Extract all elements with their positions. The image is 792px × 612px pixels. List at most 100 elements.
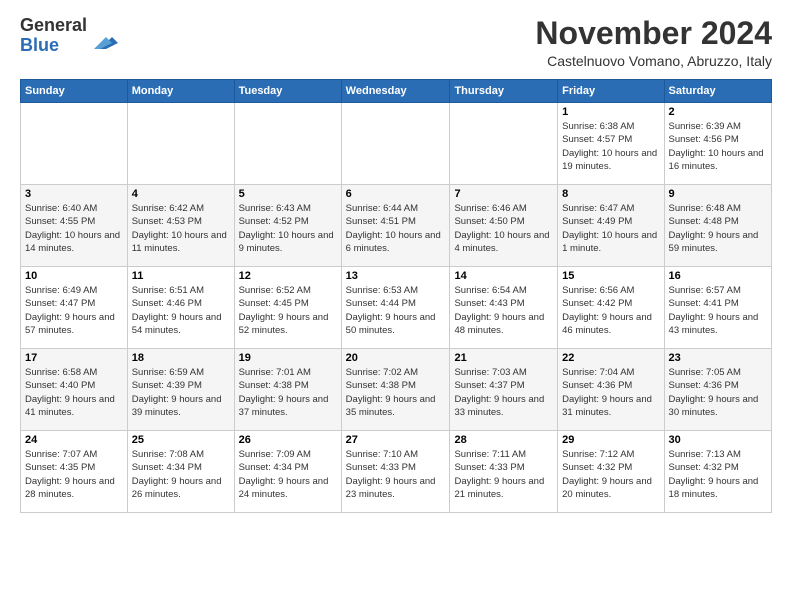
table-row: 18 Sunrise: 6:59 AM Sunset: 4:39 PM Dayli… — [127, 349, 234, 431]
col-sunday: Sunday — [21, 80, 128, 103]
col-thursday: Thursday — [450, 80, 558, 103]
day-number: 10 — [25, 270, 123, 282]
day-number: 9 — [669, 188, 767, 200]
day-info: Sunrise: 6:58 AM Sunset: 4:40 PM Dayligh… — [25, 366, 123, 419]
day-number: 28 — [454, 434, 553, 446]
header: General Blue November 2024 Castelnuovo V… — [20, 16, 772, 69]
day-number: 6 — [346, 188, 446, 200]
logo-blue-text: Blue — [20, 36, 87, 56]
calendar-header-row: Sunday Monday Tuesday Wednesday Thursday… — [21, 80, 772, 103]
table-row: 30 Sunrise: 7:13 AM Sunset: 4:32 PM Dayli… — [664, 431, 771, 513]
logo: General Blue — [20, 16, 120, 56]
day-number: 30 — [669, 434, 767, 446]
day-number: 15 — [562, 270, 659, 282]
day-number: 24 — [25, 434, 123, 446]
table-row: 22Sunrise: 7:04 AM Sunset: 4:36 PM Dayli… — [558, 349, 664, 431]
table-row: 29 Sunrise: 7:12 AM Sunset: 4:32 PM Dayli… — [558, 431, 664, 513]
table-row: 9 Sunrise: 6:48 AM Sunset: 4:48 PM Daylig… — [664, 185, 771, 267]
day-info: Sunrise: 6:48 AM Sunset: 4:48 PM Dayligh… — [669, 202, 767, 255]
table-row: 13 Sunrise: 6:53 AM Sunset: 4:44 PM Dayli… — [341, 267, 450, 349]
day-info: Sunrise: 7:07 AM Sunset: 4:35 PM Dayligh… — [25, 448, 123, 501]
day-info: Sunrise: 6:53 AM Sunset: 4:44 PM Dayligh… — [346, 284, 446, 337]
table-row: 17 Sunrise: 6:58 AM Sunset: 4:40 PM Dayli… — [21, 349, 128, 431]
day-number: 7 — [454, 188, 553, 200]
day-info: Sunrise: 7:09 AM Sunset: 4:34 PM Dayligh… — [239, 448, 337, 501]
day-number: 12 — [239, 270, 337, 282]
day-info: Sunrise: 6:52 AM Sunset: 4:45 PM Dayligh… — [239, 284, 337, 337]
table-row — [234, 103, 341, 185]
month-title: November 2024 — [535, 16, 772, 51]
logo-general-text: General — [20, 16, 87, 36]
day-number: 19 — [239, 352, 337, 364]
day-number: 23 — [669, 352, 767, 364]
table-row: 12 Sunrise: 6:52 AM Sunset: 4:45 PM Dayli… — [234, 267, 341, 349]
day-info: Sunrise: 7:10 AM Sunset: 4:33 PM Dayligh… — [346, 448, 446, 501]
day-info: Sunrise: 6:43 AM Sunset: 4:52 PM Dayligh… — [239, 202, 337, 255]
day-number: 8 — [562, 188, 659, 200]
day-number: 1 — [562, 106, 659, 118]
day-info: Sunrise: 6:51 AM Sunset: 4:46 PM Dayligh… — [132, 284, 230, 337]
day-info: Sunrise: 7:03 AM Sunset: 4:37 PM Dayligh… — [454, 366, 553, 419]
title-block: November 2024 Castelnuovo Vomano, Abruzz… — [535, 16, 772, 69]
day-info: Sunrise: 6:39 AM Sunset: 4:56 PM Dayligh… — [669, 120, 767, 173]
day-number: 11 — [132, 270, 230, 282]
day-number: 17 — [25, 352, 123, 364]
table-row: 8Sunrise: 6:47 AM Sunset: 4:49 PM Daylig… — [558, 185, 664, 267]
day-info: Sunrise: 7:04 AM Sunset: 4:36 PM Dayligh… — [562, 366, 659, 419]
table-row: 2 Sunrise: 6:39 AM Sunset: 4:56 PM Daylig… — [664, 103, 771, 185]
logo-icon — [90, 21, 120, 51]
col-wednesday: Wednesday — [341, 80, 450, 103]
day-number: 18 — [132, 352, 230, 364]
day-number: 2 — [669, 106, 767, 118]
day-info: Sunrise: 6:54 AM Sunset: 4:43 PM Dayligh… — [454, 284, 553, 337]
table-row: 7 Sunrise: 6:46 AM Sunset: 4:50 PM Daylig… — [450, 185, 558, 267]
day-info: Sunrise: 6:40 AM Sunset: 4:55 PM Dayligh… — [25, 202, 123, 255]
page: General Blue November 2024 Castelnuovo V… — [0, 0, 792, 612]
day-number: 16 — [669, 270, 767, 282]
day-info: Sunrise: 6:49 AM Sunset: 4:47 PM Dayligh… — [25, 284, 123, 337]
day-info: Sunrise: 7:11 AM Sunset: 4:33 PM Dayligh… — [454, 448, 553, 501]
table-row: 21Sunrise: 7:03 AM Sunset: 4:37 PM Dayli… — [450, 349, 558, 431]
day-info: Sunrise: 7:02 AM Sunset: 4:38 PM Dayligh… — [346, 366, 446, 419]
col-monday: Monday — [127, 80, 234, 103]
day-number: 3 — [25, 188, 123, 200]
day-info: Sunrise: 7:01 AM Sunset: 4:38 PM Dayligh… — [239, 366, 337, 419]
table-row — [450, 103, 558, 185]
table-row: 16 Sunrise: 6:57 AM Sunset: 4:41 PM Dayli… — [664, 267, 771, 349]
day-number: 14 — [454, 270, 553, 282]
day-number: 13 — [346, 270, 446, 282]
table-row: 5Sunrise: 6:43 AM Sunset: 4:52 PM Daylig… — [234, 185, 341, 267]
table-row: 26Sunrise: 7:09 AM Sunset: 4:34 PM Dayli… — [234, 431, 341, 513]
day-info: Sunrise: 6:59 AM Sunset: 4:39 PM Dayligh… — [132, 366, 230, 419]
table-row: 1 Sunrise: 6:38 AM Sunset: 4:57 PM Daylig… — [558, 103, 664, 185]
table-row: 4Sunrise: 6:42 AM Sunset: 4:53 PM Daylig… — [127, 185, 234, 267]
day-number: 25 — [132, 434, 230, 446]
table-row — [127, 103, 234, 185]
table-row: 6 Sunrise: 6:44 AM Sunset: 4:51 PM Daylig… — [341, 185, 450, 267]
day-number: 29 — [562, 434, 659, 446]
table-row: 23 Sunrise: 7:05 AM Sunset: 4:36 PM Dayli… — [664, 349, 771, 431]
table-row: 14 Sunrise: 6:54 AM Sunset: 4:43 PM Dayli… — [450, 267, 558, 349]
table-row: 27 Sunrise: 7:10 AM Sunset: 4:33 PM Dayli… — [341, 431, 450, 513]
day-info: Sunrise: 6:57 AM Sunset: 4:41 PM Dayligh… — [669, 284, 767, 337]
day-info: Sunrise: 7:05 AM Sunset: 4:36 PM Dayligh… — [669, 366, 767, 419]
table-row — [21, 103, 128, 185]
table-row: 20Sunrise: 7:02 AM Sunset: 4:38 PM Dayli… — [341, 349, 450, 431]
day-info: Sunrise: 7:12 AM Sunset: 4:32 PM Dayligh… — [562, 448, 659, 501]
day-info: Sunrise: 6:38 AM Sunset: 4:57 PM Dayligh… — [562, 120, 659, 173]
day-info: Sunrise: 7:13 AM Sunset: 4:32 PM Dayligh… — [669, 448, 767, 501]
day-info: Sunrise: 7:08 AM Sunset: 4:34 PM Dayligh… — [132, 448, 230, 501]
day-info: Sunrise: 6:42 AM Sunset: 4:53 PM Dayligh… — [132, 202, 230, 255]
location: Castelnuovo Vomano, Abruzzo, Italy — [535, 53, 772, 69]
table-row: 10 Sunrise: 6:49 AM Sunset: 4:47 PM Dayli… — [21, 267, 128, 349]
col-friday: Friday — [558, 80, 664, 103]
calendar-table: Sunday Monday Tuesday Wednesday Thursday… — [20, 79, 772, 513]
table-row: 11 Sunrise: 6:51 AM Sunset: 4:46 PM Dayli… — [127, 267, 234, 349]
table-row — [341, 103, 450, 185]
day-info: Sunrise: 6:46 AM Sunset: 4:50 PM Dayligh… — [454, 202, 553, 255]
day-info: Sunrise: 6:56 AM Sunset: 4:42 PM Dayligh… — [562, 284, 659, 337]
day-number: 27 — [346, 434, 446, 446]
col-saturday: Saturday — [664, 80, 771, 103]
col-tuesday: Tuesday — [234, 80, 341, 103]
day-info: Sunrise: 6:44 AM Sunset: 4:51 PM Dayligh… — [346, 202, 446, 255]
